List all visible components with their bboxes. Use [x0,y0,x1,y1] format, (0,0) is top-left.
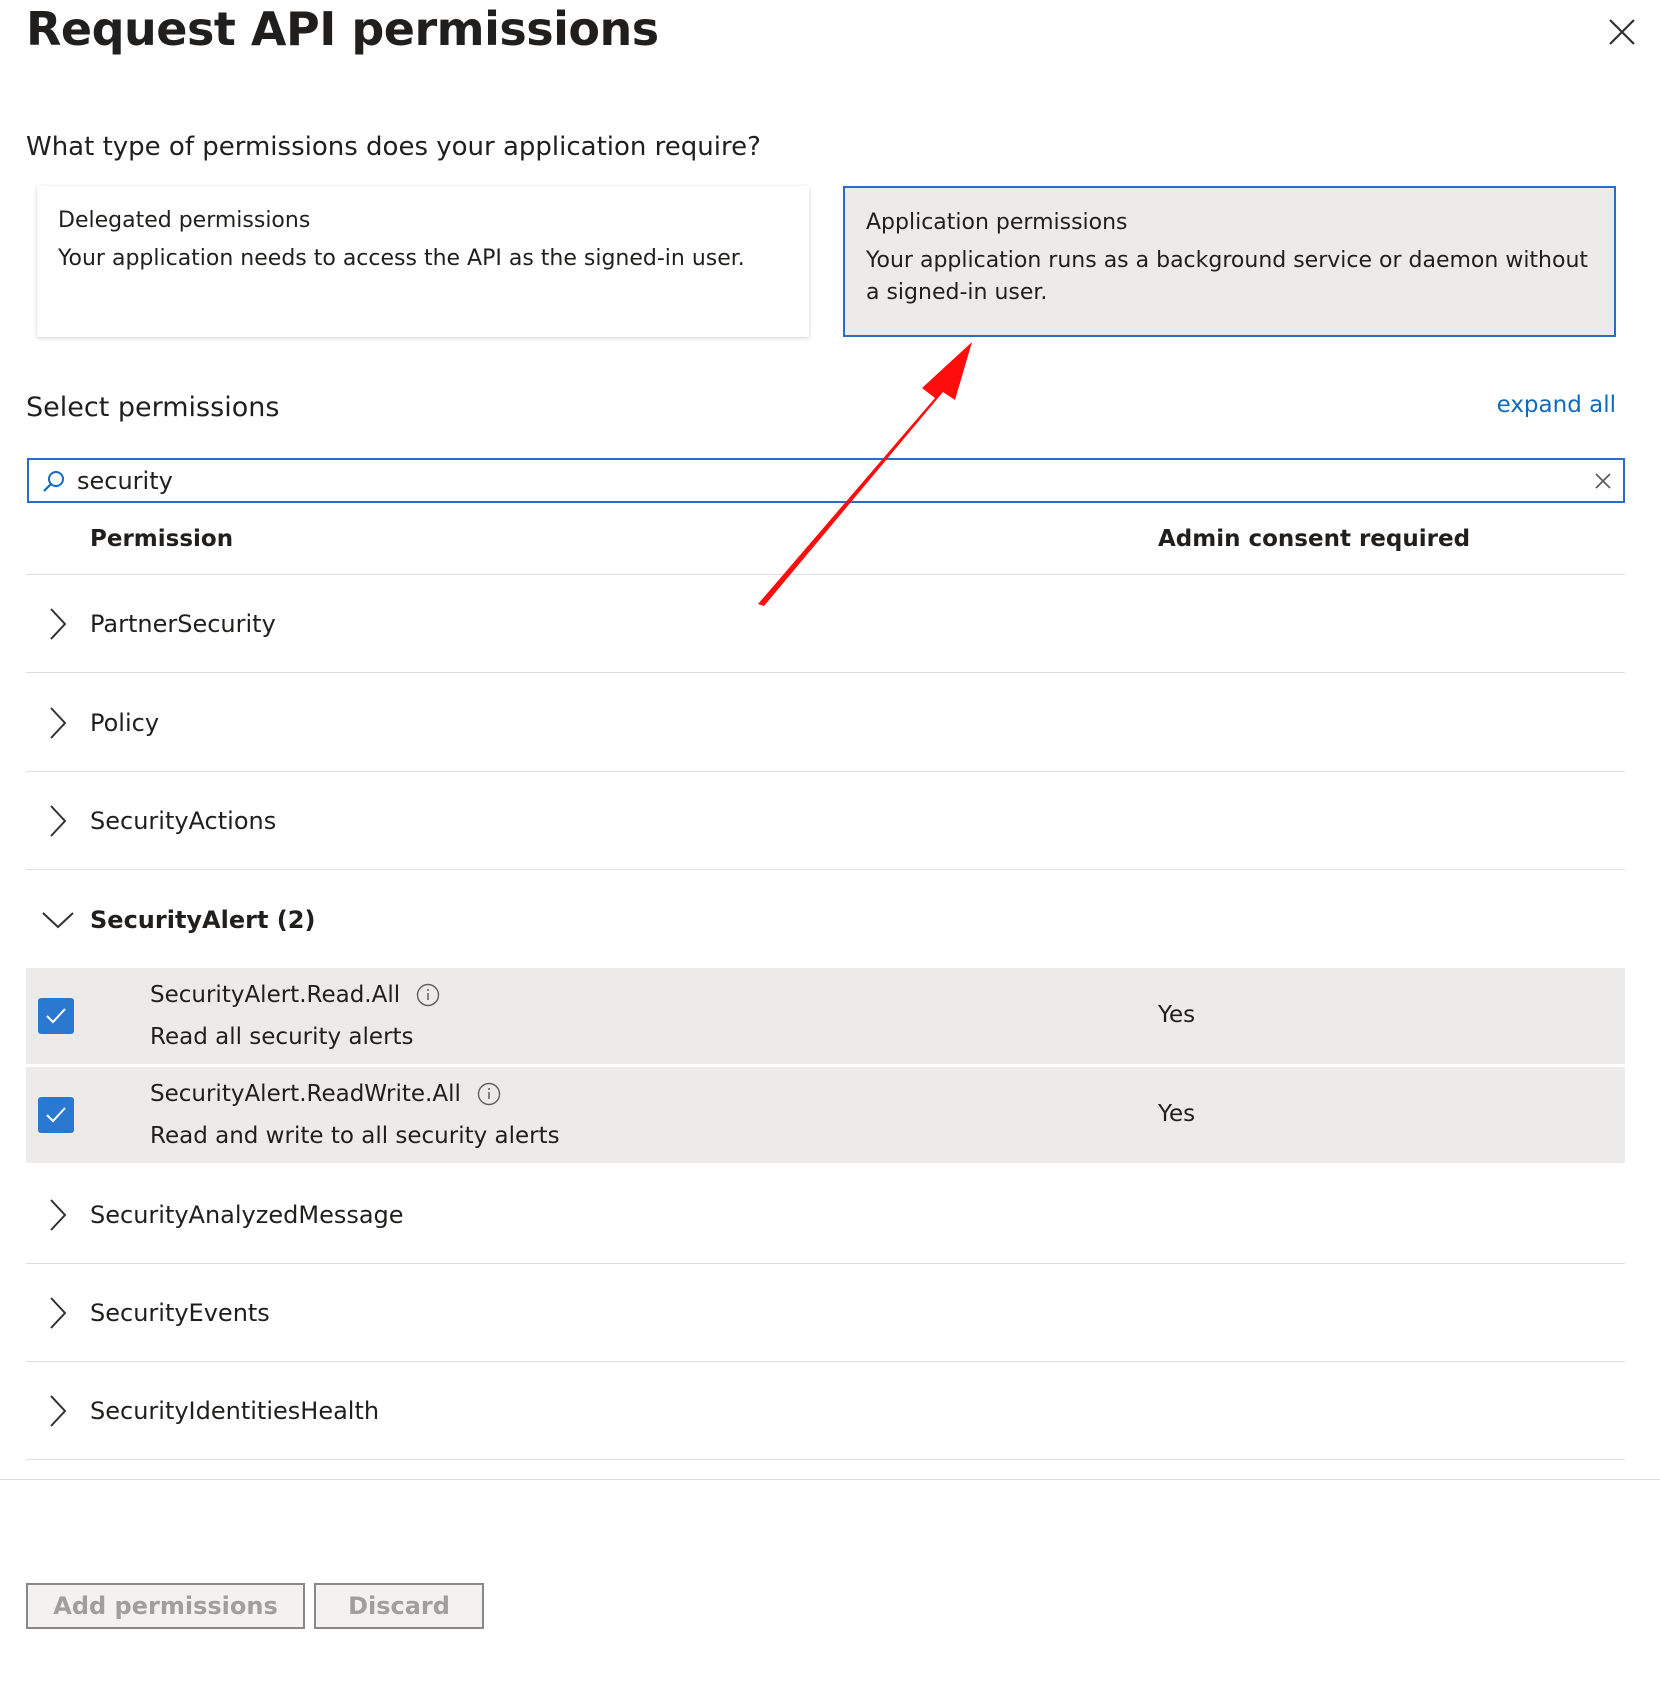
group-label: Policy [90,708,160,737]
application-permissions-card[interactable]: Application permissions Your application… [843,186,1616,337]
search-icon [41,469,67,499]
permission-row: SecurityAlert.ReadWrite.All Read and wri… [26,1067,1625,1163]
close-icon [1609,19,1635,45]
chevron-right-icon [26,1296,90,1330]
permission-type-question: What type of permissions does your appli… [26,132,761,162]
permission-description: Read all security alerts [150,1024,414,1050]
page-title: Request API permissions [26,2,659,56]
group-label: SecurityIdentitiesHealth [90,1397,380,1425]
group-label: SecurityEvents [90,1299,270,1327]
select-permissions-heading: Select permissions [26,392,280,423]
chevron-right-icon [26,706,90,740]
admin-consent-value: Yes [1158,1002,1196,1028]
divider [26,1459,1625,1460]
delegated-permissions-card[interactable]: Delegated permissions Your application n… [37,186,809,337]
discard-button[interactable]: Discard [314,1583,484,1629]
footer-divider [0,1479,1660,1480]
checkmark-icon [46,1008,66,1024]
permission-description: Read and write to all security alerts [150,1123,560,1149]
group-label: PartnerSecurity [90,610,276,638]
card-description: Your application runs as a background se… [866,248,1589,305]
group-label: SecurityActions [90,807,277,835]
permission-checkbox[interactable] [38,998,74,1034]
expand-all-link[interactable]: expand all [1497,392,1616,418]
chevron-right-icon [26,1394,90,1428]
group-row[interactable]: SecurityActions [26,772,1625,870]
group-label: SecurityAlert (2) [90,906,316,934]
permission-row: SecurityAlert.Read.All Read all security… [26,968,1625,1064]
group-row[interactable]: SecurityAnalyzedMessage [26,1166,1625,1264]
close-button[interactable] [1604,14,1640,50]
checkmark-icon [46,1107,66,1123]
chevron-down-icon [26,910,90,930]
card-title: Application permissions [866,210,1128,235]
chevron-right-icon [26,607,90,641]
permission-name: SecurityAlert.Read.All [150,982,401,1008]
permission-name: SecurityAlert.ReadWrite.All [150,1081,461,1107]
permission-checkbox[interactable] [38,1097,74,1133]
group-row[interactable]: Policy [26,674,1625,772]
group-securityalert[interactable]: SecurityAlert (2) [26,871,1625,969]
search-input[interactable] [77,460,1557,501]
group-row[interactable]: PartnerSecurity [26,575,1625,673]
card-title: Delegated permissions [58,208,311,233]
column-header-permission: Permission [90,526,234,552]
search-box [27,458,1625,503]
info-icon[interactable] [416,983,440,1007]
card-description: Your application needs to access the API… [58,246,745,271]
info-icon[interactable] [477,1082,501,1106]
chevron-right-icon [26,1198,90,1232]
clear-search-icon[interactable] [1593,471,1613,495]
group-row[interactable]: SecurityEvents [26,1264,1625,1362]
add-permissions-button[interactable]: Add permissions [26,1583,305,1629]
divider [26,869,1625,870]
chevron-right-icon [26,804,90,838]
admin-consent-value: Yes [1158,1101,1196,1127]
group-row[interactable]: SecurityIdentitiesHealth [26,1362,1625,1460]
group-label: SecurityAnalyzedMessage [90,1201,404,1229]
column-header-admin-consent: Admin consent required [1158,526,1471,552]
